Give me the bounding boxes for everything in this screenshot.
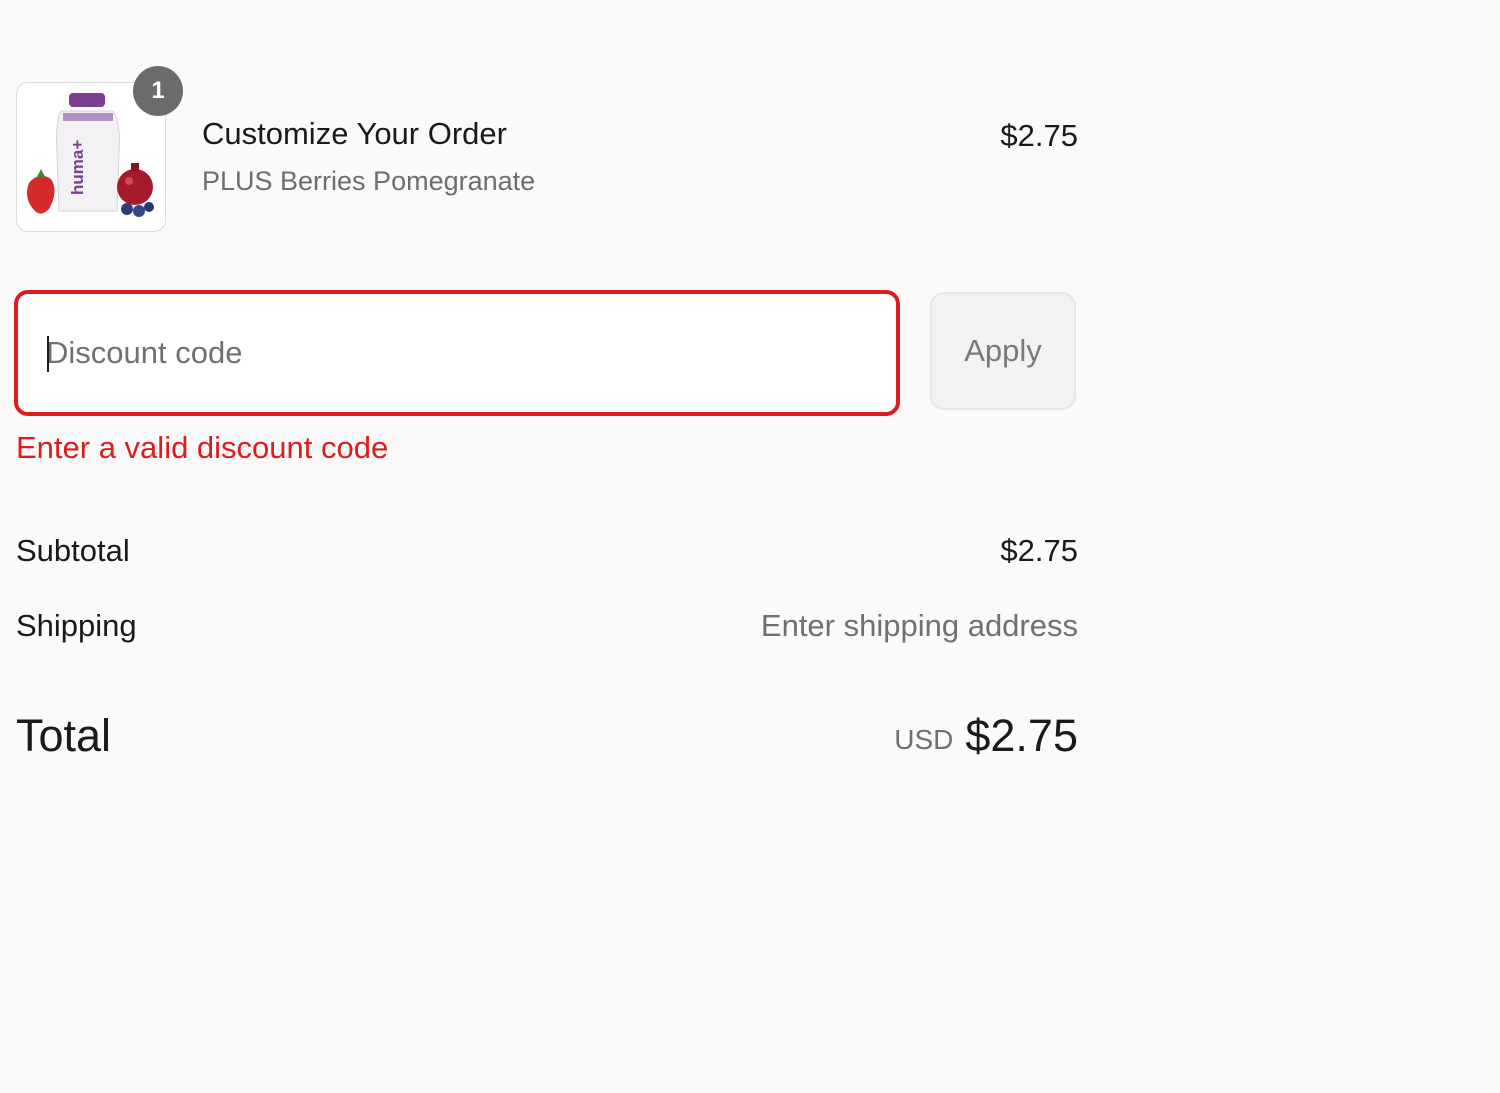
subtotal-label: Subtotal bbox=[16, 533, 130, 568]
svg-text:huma+: huma+ bbox=[68, 140, 87, 195]
shipping-value: Enter shipping address bbox=[760, 608, 1078, 643]
line-item: huma+ 1 Customize Your Order PLUS Berrie… bbox=[16, 66, 1078, 234]
total-amount: $2.75 bbox=[965, 710, 1078, 761]
text-caret bbox=[47, 336, 49, 372]
apply-discount-button[interactable]: Apply bbox=[930, 292, 1076, 410]
shipping-label: Shipping bbox=[16, 608, 137, 643]
currency-code: USD bbox=[894, 724, 954, 755]
discount-code-field[interactable] bbox=[14, 290, 900, 416]
quantity-badge: 1 bbox=[133, 66, 183, 116]
item-variant: PLUS Berries Pomegranate bbox=[202, 166, 536, 196]
subtotal-value: $2.75 bbox=[1000, 533, 1078, 568]
item-price: $2.75 bbox=[1000, 118, 1078, 153]
total-label: Total bbox=[16, 710, 112, 761]
discount-error-message: Enter a valid discount code bbox=[16, 430, 389, 465]
item-title: Customize Your Order bbox=[202, 116, 507, 151]
total-value: USD $2.75 bbox=[894, 710, 1078, 762]
discount-code-input[interactable] bbox=[46, 294, 866, 412]
